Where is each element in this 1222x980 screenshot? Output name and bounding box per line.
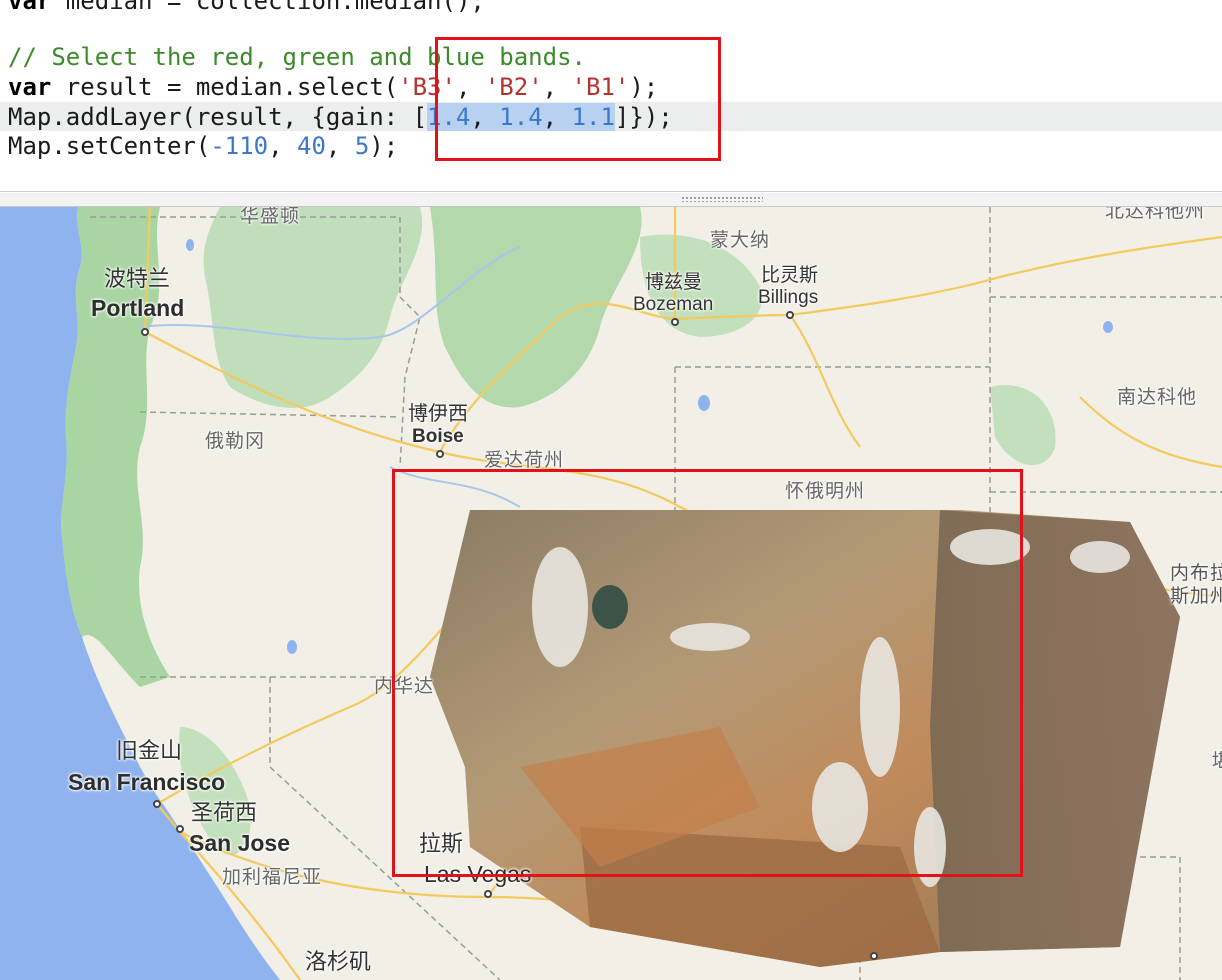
code-token: result = median.select( [51, 73, 399, 101]
annotation-box-params [435, 37, 721, 161]
label-billings-zh: 比灵斯 [761, 264, 819, 286]
las-vegas-marker[interactable] [484, 890, 492, 898]
label-san-francisco-zh: 旧金山 [116, 739, 183, 764]
bozeman-marker[interactable] [671, 318, 679, 326]
label-north-dakota: 北达科他州 [1105, 207, 1206, 222]
label-edge-char: 堪 [1212, 752, 1222, 771]
label-san-jose-en: San Jose [189, 830, 290, 856]
label-nebraska-2: 斯加州 [1170, 585, 1222, 607]
label-idaho: 爱达荷州 [484, 449, 565, 471]
label-billings-en: Billings [758, 287, 819, 308]
portland-marker[interactable] [141, 328, 149, 336]
code-token: , [268, 132, 297, 160]
code-token: var [8, 73, 52, 101]
label-boise-en: Boise [412, 426, 464, 447]
code-token: ); [369, 132, 399, 160]
billings-marker[interactable] [786, 311, 794, 319]
splitter-grip-icon[interactable] [681, 196, 763, 202]
label-california: 加利福尼亚 [222, 866, 323, 888]
annotation-box-imagery [392, 469, 1023, 877]
label-montana: 蒙大纳 [710, 229, 771, 251]
code-token: Map.setCenter( [8, 132, 211, 160]
boise-marker[interactable] [436, 450, 444, 458]
label-nebraska-1: 内布拉 [1170, 562, 1222, 584]
editor-border [0, 191, 1222, 192]
map-view[interactable]: 华盛顿 蒙大纳 北达科他州 波特兰 Portland 博兹曼 Bozeman 比… [0, 207, 1222, 980]
label-los-angeles-zh: 洛杉矶 [305, 950, 372, 975]
label-south-dakota: 南达科他 [1117, 386, 1198, 408]
code-line[interactable]: Map.setCenter(-110, 40, 5); [8, 131, 398, 161]
label-bozeman-en: Bozeman [633, 294, 714, 315]
san-jose-marker[interactable] [176, 825, 184, 833]
code-token: -110 [210, 132, 269, 160]
label-boise-zh: 博伊西 [408, 401, 468, 425]
city-marker[interactable] [870, 952, 878, 960]
code-token: Map.addLayer(result, {gain: [ [8, 103, 428, 131]
code-editor[interactable]: var median = collection.median();// Sele… [0, 0, 1222, 193]
code-token: var [8, 0, 52, 15]
label-san-francisco-en: San Francisco [68, 769, 226, 795]
label-washington: 华盛顿 [240, 207, 301, 227]
code-token: 5 [354, 132, 370, 160]
code-token: median = collection.median(); [51, 0, 485, 15]
label-oregon: 俄勒冈 [205, 430, 266, 452]
code-token: , [325, 132, 355, 160]
code-line[interactable]: var median = collection.median(); [8, 0, 485, 16]
label-bozeman-zh: 博兹曼 [645, 271, 703, 293]
label-portland-zh: 波特兰 [104, 267, 171, 292]
panel-splitter[interactable] [0, 193, 1222, 207]
label-portland-en: Portland [91, 295, 185, 321]
san-francisco-marker[interactable] [153, 800, 161, 808]
label-san-jose-zh: 圣荷西 [191, 801, 258, 826]
code-token: 40 [297, 132, 326, 160]
